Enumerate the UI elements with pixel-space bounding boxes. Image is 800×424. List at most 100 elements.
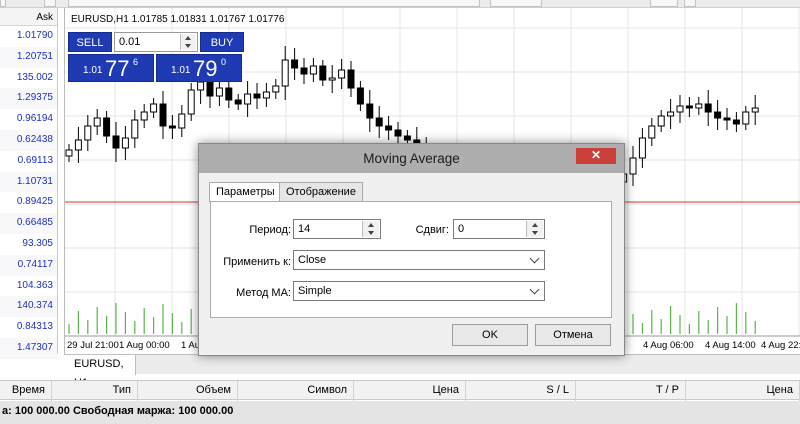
- candle-body: [225, 87, 233, 101]
- candle-body: [723, 117, 731, 121]
- candle-body: [103, 117, 111, 137]
- ma-method-select[interactable]: Simple: [293, 281, 545, 301]
- column-volume[interactable]: Объем: [138, 381, 238, 401]
- candle-body: [187, 89, 195, 115]
- lot-size-input[interactable]: 0.01: [114, 32, 198, 52]
- toolbar-button[interactable]: [44, 0, 56, 7]
- toolbar-button[interactable]: [0, 0, 6, 7]
- ma-method-label: Метод МА:: [236, 287, 291, 299]
- ok-button[interactable]: OK: [452, 324, 528, 346]
- candle-body: [638, 137, 646, 159]
- candle-body: [84, 125, 92, 141]
- apply-to-select[interactable]: Close: [293, 250, 545, 270]
- market-watch-row[interactable]: 1.20751: [0, 46, 57, 68]
- toolbar-button[interactable]: [490, 0, 542, 7]
- buy-quote-pip: 0: [221, 57, 227, 67]
- column-type[interactable]: Тип: [52, 381, 138, 401]
- market-watch-row[interactable]: 0.69113: [0, 151, 57, 172]
- toolbar-button[interactable]: [684, 0, 696, 7]
- chart-tab-bar: EURUSD, H1: [64, 354, 800, 389]
- market-watch-row[interactable]: 0.84313: [0, 317, 57, 338]
- buy-quote[interactable]: 1.01 79 0: [156, 54, 242, 82]
- chart-title: EURUSD,H1 1.01785 1.01831 1.01767 1.0177…: [71, 14, 285, 25]
- sell-button[interactable]: SELL: [68, 32, 112, 52]
- candle-body: [112, 135, 120, 149]
- period-spinner[interactable]: [362, 221, 379, 237]
- candle-body: [234, 99, 242, 105]
- market-watch-row[interactable]: 93.305: [0, 234, 57, 255]
- shift-spinner[interactable]: [526, 221, 543, 237]
- one-click-trading-panel: SELL 0.01 BUY 1.01 77 6 1.01 79 0: [68, 32, 244, 82]
- candle-body: [281, 59, 289, 87]
- column-time[interactable]: Время: [0, 381, 52, 401]
- candle-body: [356, 87, 364, 105]
- column-tp[interactable]: T / P: [576, 381, 686, 401]
- spin-up-icon[interactable]: [185, 36, 191, 40]
- market-watch-row[interactable]: 0.62438: [0, 129, 57, 151]
- candle-body: [309, 65, 317, 75]
- market-watch-row[interactable]: 1.10731: [0, 171, 57, 193]
- lot-size-spinner[interactable]: [180, 34, 196, 50]
- candle-body: [262, 91, 270, 99]
- market-watch-row[interactable]: 0.96194: [0, 109, 57, 130]
- candle-body: [629, 157, 637, 175]
- market-watch-row[interactable]: 0.66485: [0, 213, 57, 234]
- candle-body: [93, 117, 101, 127]
- candle-body: [732, 119, 740, 125]
- time-axis-label: 29 Jul 21:00: [67, 340, 119, 351]
- buy-button[interactable]: BUY: [200, 32, 244, 52]
- tab-display[interactable]: Отображение: [279, 182, 363, 202]
- spin-down-icon[interactable]: [532, 231, 538, 235]
- candle-body: [131, 119, 139, 139]
- shift-label: Сдвиг:: [415, 224, 449, 236]
- time-axis-label: 4 Aug 06:00: [643, 340, 694, 351]
- shift-input[interactable]: 0: [453, 219, 545, 239]
- market-watch-row[interactable]: 1.29375: [0, 88, 57, 110]
- market-watch-row[interactable]: 135.002: [0, 68, 57, 89]
- candle-body: [385, 125, 393, 131]
- tab-parameters[interactable]: Параметры: [209, 182, 282, 203]
- toolbar: [0, 0, 800, 8]
- candle-body: [347, 69, 355, 89]
- shift-value: 0: [458, 223, 465, 235]
- time-axis-label: 4 Aug 22:00: [761, 340, 800, 351]
- period-input[interactable]: 14: [293, 219, 381, 239]
- column-price-current[interactable]: Цена: [686, 381, 800, 401]
- parameters-panel: Период: 14 Сдвиг: 0 Применить к: Close М…: [210, 201, 612, 318]
- column-sl[interactable]: S / L: [466, 381, 576, 401]
- chart-tab[interactable]: EURUSD, H1: [64, 355, 136, 389]
- cancel-button[interactable]: Отмена: [535, 324, 611, 346]
- spin-up-icon[interactable]: [368, 223, 374, 227]
- candle-body: [272, 85, 280, 93]
- candle-body: [751, 107, 759, 113]
- toolbar-button[interactable]: [68, 0, 480, 7]
- time-axis-label: 4 Aug 14:00: [705, 340, 756, 351]
- spin-down-icon[interactable]: [368, 231, 374, 235]
- market-watch-row[interactable]: 1.47307: [0, 337, 57, 359]
- toolbar-button[interactable]: [650, 0, 678, 7]
- candle-body: [375, 117, 383, 127]
- candle-body: [291, 59, 299, 69]
- close-icon[interactable]: ✕: [576, 148, 616, 164]
- candle-body: [742, 111, 750, 125]
- market-watch-row[interactable]: 0.74117: [0, 254, 57, 276]
- column-symbol[interactable]: Символ: [238, 381, 354, 401]
- sell-quote[interactable]: 1.01 77 6: [68, 54, 154, 82]
- ask-column-header[interactable]: Ask: [36, 12, 53, 23]
- chevron-down-icon: [529, 253, 540, 264]
- ma-method-value: Simple: [298, 285, 332, 297]
- spin-down-icon[interactable]: [185, 44, 191, 48]
- spin-up-icon[interactable]: [532, 223, 538, 227]
- account-status-row: а: 100 000.00 Свободная маржа: 100 000.0…: [0, 401, 800, 424]
- market-watch-row[interactable]: 1.01790: [0, 26, 57, 47]
- candle-body: [695, 103, 703, 109]
- market-watch-row[interactable]: 104.363: [0, 276, 57, 297]
- market-watch-row[interactable]: 140.374: [0, 296, 57, 318]
- market-watch-row[interactable]: 0.89425: [0, 192, 57, 213]
- candle-body: [676, 105, 684, 113]
- period-value: 14: [298, 223, 311, 235]
- apply-to-label: Применить к:: [223, 256, 291, 268]
- candle-body: [366, 103, 374, 119]
- column-price[interactable]: Цена: [354, 381, 466, 401]
- candle-body: [328, 77, 336, 81]
